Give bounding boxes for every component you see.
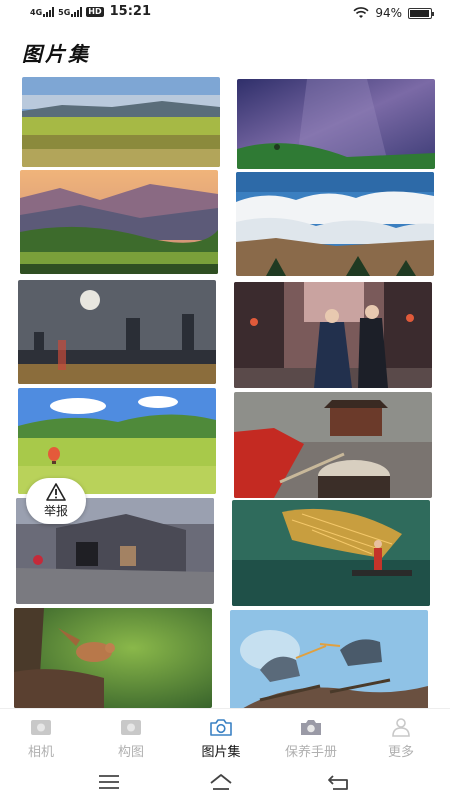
back-button[interactable]: [324, 770, 354, 794]
page-title: 图片集: [22, 42, 91, 66]
home-icon: [210, 774, 232, 790]
signal-5g-label: 5G: [58, 7, 71, 17]
tab-label-camera: 相机: [27, 745, 54, 760]
photo-grassland-landscape[interactable]: [22, 77, 220, 167]
user-icon: [392, 718, 410, 737]
header: 图片集: [0, 28, 450, 72]
home-button[interactable]: [206, 770, 236, 794]
back-icon: [328, 775, 348, 790]
signal-5g-icon: 5G: [58, 6, 83, 17]
photo-city-moon-night[interactable]: [18, 280, 216, 384]
photo-couple-ancient-street[interactable]: [234, 282, 432, 388]
signal-4g-label: 4G: [30, 7, 43, 17]
tab-maintenance[interactable]: 保养手册: [276, 717, 346, 760]
photo-starry-sky-hill[interactable]: [237, 79, 435, 169]
status-time: 15:21: [109, 4, 152, 19]
photo-drum-village-square[interactable]: [234, 392, 432, 498]
report-label: 举报: [43, 504, 68, 518]
system-navigation-bar: [0, 766, 450, 800]
tab-label-more: 更多: [387, 745, 414, 760]
menu-button[interactable]: [94, 770, 124, 794]
photo-fisherman-net-river[interactable]: [232, 500, 430, 606]
composition-icon: [121, 720, 141, 735]
photo-mountain-sunset-valley[interactable]: [20, 170, 218, 274]
status-bar: 4G 5G HD 15:21 94%: [0, 0, 450, 28]
tab-camera[interactable]: 相机: [6, 717, 76, 760]
wifi-icon: [353, 7, 369, 18]
signal-4g-icon: 4G: [30, 6, 55, 17]
camera-icon: [31, 720, 51, 735]
tab-label-composition: 构图: [117, 745, 144, 760]
battery-percent: 94%: [375, 6, 402, 20]
hd-badge: HD: [86, 6, 104, 17]
photo-gallery[interactable]: [0, 72, 450, 708]
warning-icon: [46, 483, 66, 501]
photo-bird-on-branch[interactable]: [14, 608, 212, 708]
bottom-tab-bar: 相机 构图 图片集 保养手册 更多: [0, 708, 450, 766]
gallery-camera-icon: [210, 719, 232, 736]
tab-more[interactable]: 更多: [366, 717, 436, 760]
maintenance-camera-icon: [301, 720, 321, 735]
tab-gallery[interactable]: 图片集: [186, 717, 256, 760]
tab-composition[interactable]: 构图: [96, 717, 166, 760]
tab-label-maintenance: 保养手册: [284, 745, 337, 760]
photo-sea-of-clouds[interactable]: [236, 172, 434, 276]
photo-herons-on-branch[interactable]: [230, 610, 428, 708]
tab-label-gallery: 图片集: [201, 745, 241, 760]
battery-icon: [408, 7, 434, 19]
menu-icon: [99, 775, 119, 789]
report-button[interactable]: 举报: [26, 478, 86, 524]
